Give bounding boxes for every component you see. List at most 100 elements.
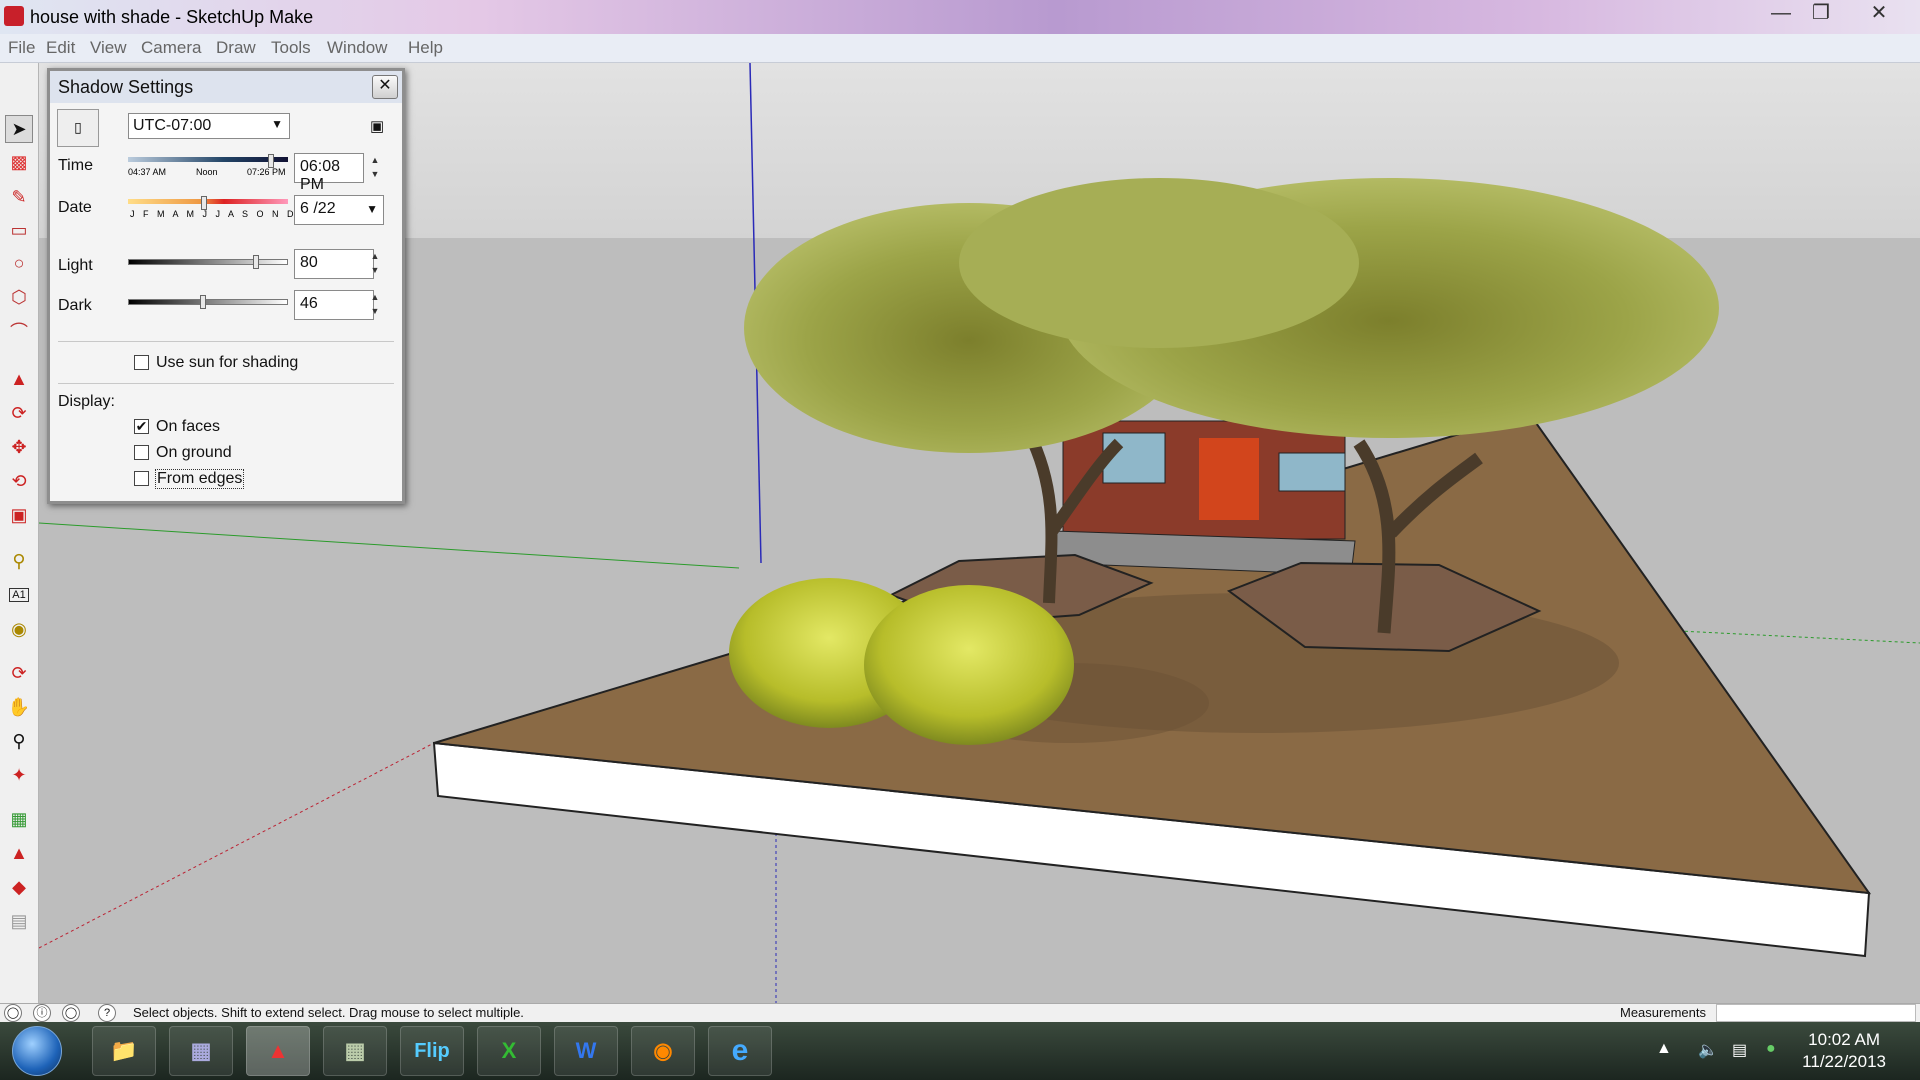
date-input[interactable]: 6 /22 ▼ bbox=[294, 195, 384, 225]
menu-view[interactable]: View bbox=[90, 38, 127, 58]
minimize-icon[interactable]: — bbox=[1762, 2, 1800, 26]
dark-spinner[interactable]: ▲ ▼ bbox=[366, 290, 384, 320]
credits-icon[interactable]: ⓘ bbox=[33, 1004, 51, 1022]
dark-label: Dark bbox=[58, 297, 92, 314]
time-slider[interactable] bbox=[128, 157, 288, 162]
network-icon[interactable]: ▦ bbox=[169, 1026, 233, 1076]
follow-me-icon[interactable]: ⟳ bbox=[5, 399, 33, 427]
status-bar: ◯ ⓘ ◯ ? Select objects. Shift to extend … bbox=[0, 1003, 1920, 1022]
extension-icon[interactable]: ◆ bbox=[5, 873, 33, 901]
map-icon[interactable]: ▦ bbox=[5, 805, 33, 833]
menu-file[interactable]: File bbox=[8, 38, 35, 58]
house-window-right bbox=[1278, 452, 1346, 492]
user-icon[interactable]: ◯ bbox=[62, 1004, 80, 1022]
zoom-icon[interactable]: ⚲ bbox=[5, 727, 33, 755]
menu-draw[interactable]: Draw bbox=[216, 38, 256, 58]
select-icon[interactable]: ➤ bbox=[5, 115, 33, 143]
internet-explorer-icon[interactable]: e bbox=[708, 1026, 772, 1076]
push-pull-icon[interactable]: ▲ bbox=[5, 365, 33, 393]
menu-tools[interactable]: Tools bbox=[271, 38, 311, 58]
time-tick-noon: Noon bbox=[196, 167, 218, 177]
orbit-icon[interactable]: ⟳ bbox=[5, 659, 33, 687]
use-sun-checkbox[interactable] bbox=[134, 355, 149, 370]
help-icon[interactable]: ? bbox=[98, 1004, 116, 1022]
divider bbox=[58, 383, 394, 384]
system-clock[interactable]: 10:02 AM 11/22/2013 bbox=[1802, 1029, 1886, 1073]
collapse-icon[interactable]: ▣ bbox=[370, 117, 384, 135]
text-icon[interactable]: A1 bbox=[5, 581, 33, 609]
shadow-settings-dialog: Shadow Settings ✕ ▯ UTC-07:00 ▼ ▣ Time 0… bbox=[47, 68, 405, 504]
dialog-title: Shadow Settings bbox=[58, 77, 194, 97]
start-button[interactable] bbox=[12, 1026, 62, 1076]
windows-explorer-icon[interactable]: 📁 bbox=[92, 1026, 156, 1076]
dark-input[interactable]: 46 bbox=[294, 290, 374, 320]
tape-measure-icon[interactable]: ⚲ bbox=[5, 547, 33, 575]
network-status-icon[interactable]: ▤ bbox=[1732, 1040, 1747, 1060]
light-slider[interactable] bbox=[128, 259, 288, 265]
bush-right bbox=[864, 585, 1074, 745]
polygon-icon[interactable]: ⬡ bbox=[5, 283, 33, 311]
rotate-icon[interactable]: ⟲ bbox=[5, 467, 33, 495]
zoom-extents-icon[interactable]: ✦ bbox=[5, 761, 33, 789]
firefox-icon[interactable]: ◉ bbox=[631, 1026, 695, 1076]
date-slider[interactable] bbox=[128, 199, 288, 204]
date-label: Date bbox=[58, 199, 92, 216]
scale-icon[interactable]: ▣ bbox=[5, 501, 33, 529]
light-slider-thumb[interactable] bbox=[252, 255, 259, 269]
date-ticks: J F M A M J J A S O N D bbox=[130, 209, 297, 219]
from-edges-label: From edges bbox=[155, 469, 245, 489]
light-spinner[interactable]: ▲ ▼ bbox=[366, 249, 384, 279]
tools-toolbar: ➤ ▩ ✎ ▭ ○ ⬡ ⌒ ▲ ⟳ ✥ ⟲ ▣ ⚲ A1 ◉ ⟳ ✋ ⚲ ✦ ▦… bbox=[0, 63, 39, 1003]
dialog-title-bar[interactable]: Shadow Settings ✕ bbox=[50, 71, 402, 103]
arc-icon[interactable]: ⌒ bbox=[5, 317, 33, 345]
layout-icon[interactable]: ▤ bbox=[5, 907, 33, 935]
pan-icon[interactable]: ✋ bbox=[5, 693, 33, 721]
house-door bbox=[1199, 438, 1259, 520]
on-ground-checkbox[interactable] bbox=[134, 445, 149, 460]
show-hidden-icons-icon[interactable]: ▲ bbox=[1656, 1040, 1672, 1058]
divider bbox=[58, 341, 394, 342]
dark-slider-thumb[interactable] bbox=[199, 295, 206, 309]
close-icon[interactable]: ✕ bbox=[1860, 2, 1898, 26]
time-slider-thumb[interactable] bbox=[268, 154, 275, 168]
measurements-input[interactable] bbox=[1716, 1004, 1916, 1022]
display-label: Display: bbox=[58, 393, 115, 410]
move-icon[interactable]: ✥ bbox=[5, 433, 33, 461]
sketchup-app-icon[interactable] bbox=[4, 6, 24, 26]
from-edges-checkbox[interactable] bbox=[134, 471, 149, 486]
time-input[interactable]: 06:08 PM bbox=[294, 153, 364, 193]
menu-window[interactable]: Window bbox=[327, 38, 387, 58]
sketchup-icon[interactable]: ▲ bbox=[246, 1026, 310, 1076]
menu-bar: File Edit View Camera Draw Tools Window … bbox=[0, 34, 1920, 63]
paint-bucket-icon[interactable]: ◉ bbox=[5, 615, 33, 643]
window-title: house with shade - SketchUp Make bbox=[30, 7, 314, 27]
restore-icon[interactable]: ❐ bbox=[1802, 2, 1840, 26]
timezone-select[interactable]: UTC-07:00 ▼ bbox=[128, 113, 290, 139]
clock-time: 10:02 AM bbox=[1808, 1030, 1880, 1049]
warehouse-icon[interactable]: ▲ bbox=[5, 839, 33, 867]
menu-edit[interactable]: Edit bbox=[46, 38, 75, 58]
excel-icon[interactable]: X bbox=[477, 1026, 541, 1076]
rectangle-icon[interactable]: ▭ bbox=[5, 216, 33, 244]
circle-icon[interactable]: ○ bbox=[5, 249, 33, 277]
pencil-icon[interactable]: ✎ bbox=[5, 183, 33, 211]
toggle-shadows-icon[interactable]: ▯ bbox=[57, 109, 99, 147]
date-slider-thumb[interactable] bbox=[201, 196, 208, 210]
dialog-close-button[interactable]: ✕ bbox=[372, 75, 398, 99]
flip-video-icon[interactable]: Flip bbox=[400, 1026, 464, 1076]
on-faces-label: On faces bbox=[156, 418, 221, 435]
tree-canopy-top bbox=[959, 178, 1359, 348]
power-icon[interactable]: ● bbox=[1766, 1040, 1776, 1058]
time-spinner[interactable]: ▲ ▼ bbox=[366, 153, 384, 183]
geolocation-icon[interactable]: ◯ bbox=[4, 1004, 22, 1022]
dark-slider[interactable] bbox=[128, 299, 288, 305]
sketchup-ruby-icon[interactable]: ▦ bbox=[323, 1026, 387, 1076]
word-icon[interactable]: W bbox=[554, 1026, 618, 1076]
on-faces-checkbox[interactable]: ✔ bbox=[134, 419, 149, 434]
eraser-icon[interactable]: ▩ bbox=[5, 148, 33, 176]
volume-icon[interactable]: 🔈 bbox=[1698, 1040, 1718, 1060]
chevron-down-icon: ▼ bbox=[366, 202, 378, 216]
light-input[interactable]: 80 bbox=[294, 249, 374, 279]
menu-help[interactable]: Help bbox=[408, 38, 443, 58]
menu-camera[interactable]: Camera bbox=[141, 38, 201, 58]
